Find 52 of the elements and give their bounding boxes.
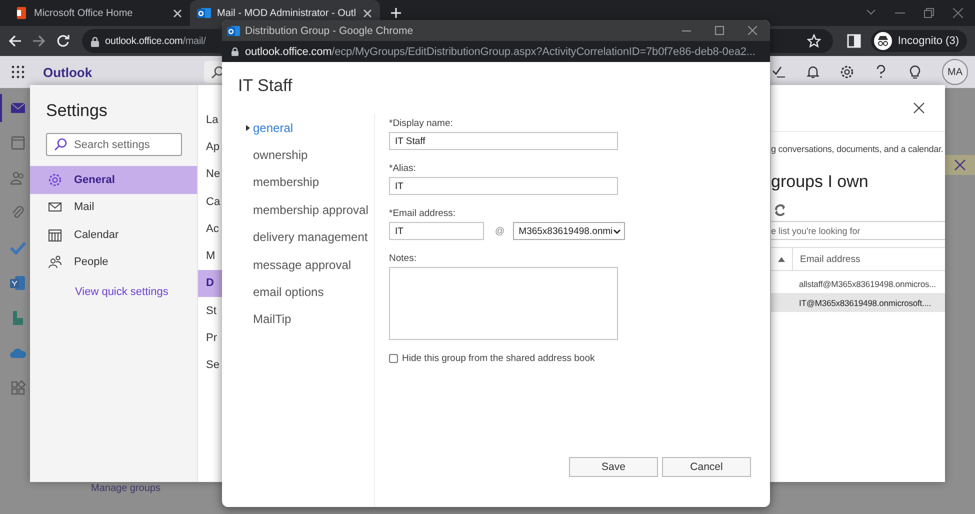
window-title: Distribution Group - Google Chrome [245, 24, 414, 36]
nav-link[interactable]: MailTip [222, 306, 374, 334]
dialog-button[interactable]: Cancel [662, 457, 751, 477]
input-field[interactable]: IT [389, 177, 618, 195]
list-search-field[interactable]: e list you're looking for [771, 221, 945, 240]
field-label: *Display name: [389, 118, 454, 129]
nav-link[interactable]: delivery management [222, 224, 374, 251]
url-text: outlook.office.com/mail/ [105, 36, 206, 46]
settings-title: Settings [46, 101, 108, 121]
settings-subcategory[interactable]: Ne [198, 160, 222, 188]
nav-link[interactable]: general [222, 114, 374, 142]
nav-link[interactable]: ownership [222, 141, 374, 169]
nav-link[interactable]: membership [222, 168, 374, 196]
quick-settings-link[interactable]: View quick settings [75, 286, 197, 298]
field-label: Notes: [389, 253, 418, 264]
address-bar[interactable]: outlook.office.com/mail/ [82, 29, 222, 53]
settings-category[interactable]: Mail [30, 194, 197, 221]
input-field[interactable]: IT [389, 222, 484, 240]
url-text: outlook.office.com/ecp/MyGroups/EditDistributionGroup.aspx?ActivityCorrelationID=7b0f7e86-deb8-0ea2... [245, 46, 756, 58]
description-text: g conversations, documents, and a calendar. [771, 144, 944, 154]
table-row[interactable]: IT@M365x83619498.onmicrosoft.... [771, 293, 945, 312]
field-label: *Alias: [389, 163, 417, 174]
section-heading: groups I own [771, 172, 870, 192]
settings-subcategory[interactable]: Pr [198, 324, 222, 352]
input-field[interactable]: IT Staff [389, 132, 618, 150]
dialog-heading: IT Staff [238, 76, 294, 97]
at-sign: @ [495, 226, 505, 236]
column-header[interactable]: Email address [793, 254, 860, 264]
nav-link[interactable]: message approval [222, 250, 374, 278]
search-field[interactable]: Search settings [46, 133, 182, 156]
app-name[interactable]: Outlook [43, 64, 92, 80]
settings-subcategory[interactable]: Ap [198, 133, 222, 161]
avatar[interactable]: MA [942, 59, 968, 85]
settings-subcategory[interactable]: Ca [198, 188, 222, 216]
settings-category[interactable]: Calendar [30, 221, 197, 248]
settings-subcategory[interactable]: Se [198, 352, 222, 379]
nav-link[interactable]: email options [222, 278, 374, 306]
browser-tab[interactable]: Microsoft Office Home [8, 0, 190, 26]
settings-subcategory[interactable]: St [198, 297, 222, 324]
settings-subcategory[interactable]: Ac [198, 215, 222, 242]
table-row[interactable]: allstaff@M365x83619498.onmicros... [771, 274, 945, 293]
settings-category[interactable]: General [30, 166, 197, 194]
settings-subcategory[interactable]: La [198, 106, 222, 134]
settings-category[interactable]: People [30, 248, 197, 276]
settings-subcategory[interactable]: D [198, 270, 222, 298]
dialog-button[interactable]: Save [569, 457, 658, 477]
settings-subcategory[interactable]: M [198, 242, 222, 270]
nav-link[interactable]: membership approval [222, 196, 374, 224]
domain-dropdown[interactable]: M365x83619498.onmi [512, 222, 625, 240]
incognito-button[interactable]: Incognito (3) [870, 30, 967, 52]
field-label: *Email address: [389, 208, 457, 219]
checkbox-label: Hide this group from the shared address book [402, 353, 595, 364]
